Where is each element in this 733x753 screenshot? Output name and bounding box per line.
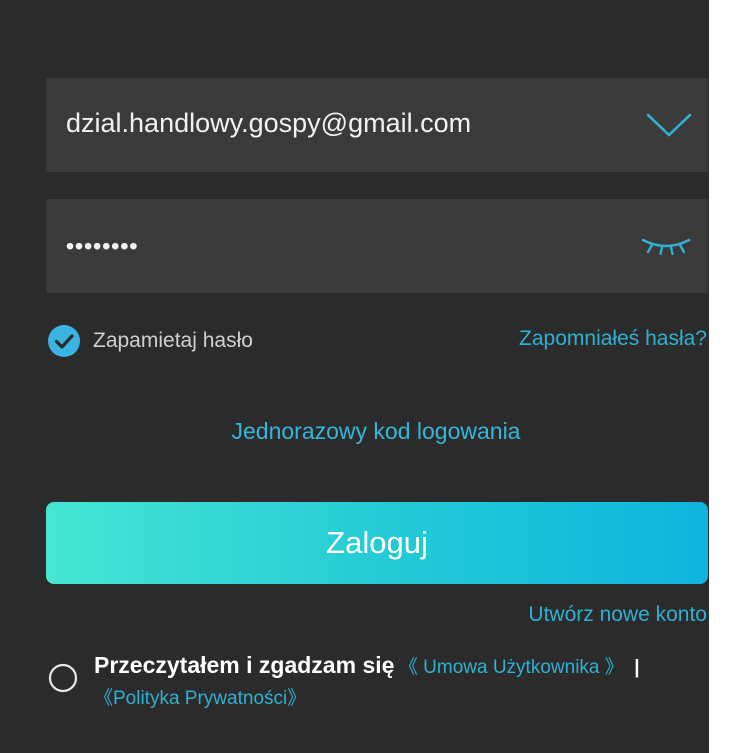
agreement-separator: | xyxy=(634,657,640,678)
forgot-password-link[interactable]: Zapomniałeś hasła? xyxy=(519,327,707,351)
right-edge xyxy=(709,0,733,753)
terms-link[interactable]: 《 Umowa Użytkownika 》 xyxy=(399,657,624,678)
email-value[interactable]: dzial.handlowy.gospy@gmail.com xyxy=(66,76,471,170)
privacy-policy-link[interactable]: 《Polityka Prywatności》 xyxy=(94,688,306,709)
chevron-down-icon[interactable] xyxy=(646,112,692,138)
agreement-text: Przeczytałem i zgadzam się 《 Umowa Użytk… xyxy=(94,650,694,715)
password-value[interactable]: •••••••• xyxy=(66,199,138,293)
remember-password-checkbox[interactable]: Zapamietaj hasło xyxy=(48,325,253,357)
email-field[interactable]: dzial.handlowy.gospy@gmail.com xyxy=(46,78,708,172)
agreement-label: Przeczytałem i zgadzam się xyxy=(94,652,395,678)
password-field[interactable]: •••••••• xyxy=(46,199,708,293)
remember-password-label: Zapamietaj hasło xyxy=(93,329,253,352)
create-account-link[interactable]: Utwórz nowe konto xyxy=(528,603,707,627)
checkmark-circle-icon[interactable] xyxy=(48,325,80,357)
radio-circle-icon[interactable] xyxy=(48,663,78,693)
eye-closed-icon[interactable] xyxy=(640,235,692,255)
login-button[interactable]: Zaloguj xyxy=(46,502,708,584)
one-time-code-link[interactable]: Jednorazowy kod logowania xyxy=(0,418,733,445)
